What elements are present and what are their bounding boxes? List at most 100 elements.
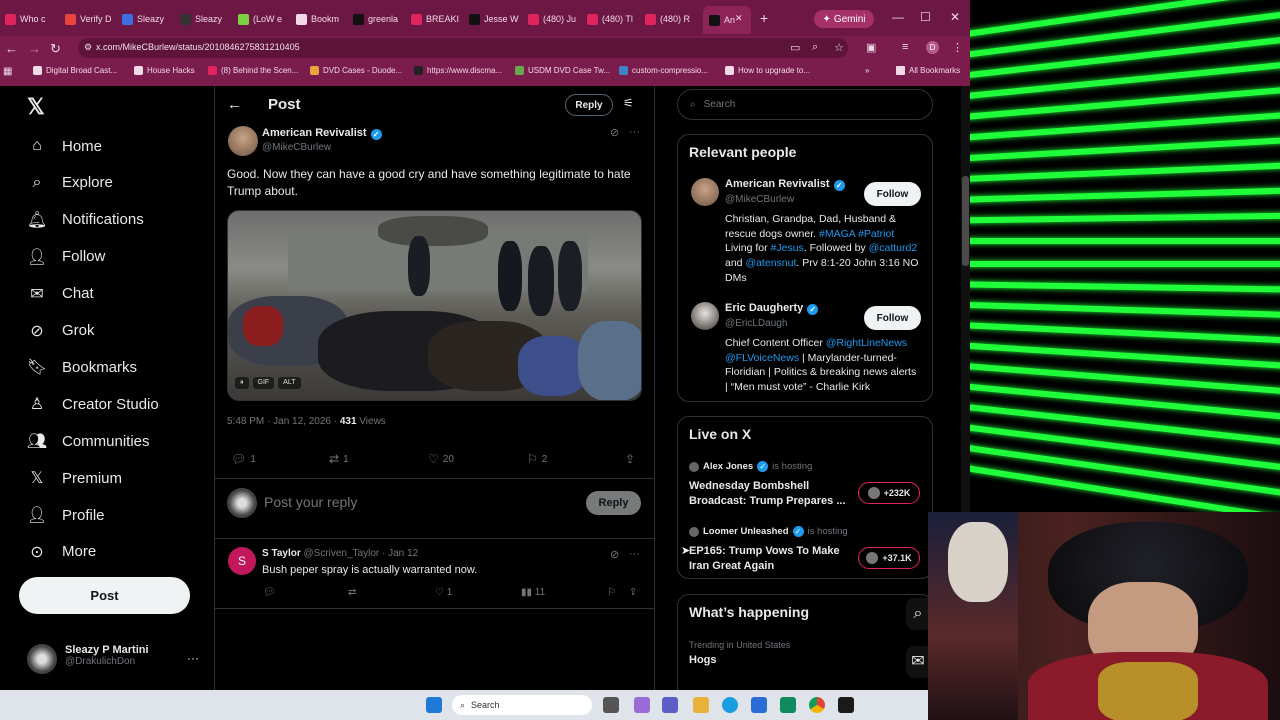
bookmark-item[interactable]: Digital Broad Cast... [33,66,117,75]
author-avatar[interactable] [228,126,258,156]
sidebar-item-premium[interactable]: 𝕏 Premium [26,463,122,493]
follow-button[interactable]: Follow [864,306,921,330]
bookmark-item[interactable]: House Hacks [134,66,195,75]
space-title[interactable]: Wednesday Bombshell Broadcast: Trump Pre… [689,479,849,508]
browser-tab[interactable]: BREAKI [411,8,467,30]
share-action[interactable]: ⇪ [625,452,635,466]
browser-tab[interactable]: (480) Tl [587,8,643,30]
space-title[interactable]: EP165: Trump Vows To Make Iran Great Aga… [689,544,849,573]
author-handle[interactable]: @MikeCBurlew [262,142,331,153]
maximize-button[interactable]: ☐ [920,10,931,24]
menu-kebab-icon[interactable]: ⋮ [952,41,963,54]
extensions-icon[interactable]: ≡ [902,41,908,53]
comment-views-action[interactable]: ▮▮ 11 [521,587,545,598]
store-icon[interactable] [751,697,767,713]
sidebar-item-grok[interactable]: ⊘ Grok [26,316,94,346]
windows-start-icon[interactable] [426,697,442,713]
post-button[interactable]: Post [19,577,190,614]
bookmark-item[interactable]: DVD Cases - Duode... [310,66,402,75]
account-switcher[interactable]: Sleazy P Martini @DrakulichDon [27,644,149,674]
reply-action[interactable]: 💬︎ 1 [231,452,256,466]
bookmark-item[interactable]: https://www.discma... [414,66,502,75]
bio-link[interactable]: @atensnut [745,257,796,269]
bio-link[interactable]: @catturd2 [869,242,918,254]
browser-tab[interactable]: Bookm [296,8,352,30]
sidebar-item-more[interactable]: ⊙ More [26,537,96,567]
post-media[interactable] [227,210,642,401]
apps-grid-icon[interactable]: ▦ [3,66,12,77]
sidebar-item-explore[interactable]: ⌕ Explore [26,168,113,198]
comment-handle-date[interactable]: @Scriven_Taylor · Jan 12 [304,548,419,559]
browser-tab[interactable]: An [703,6,751,34]
post-time[interactable]: 5:48 PM · Jan 12, 2026 · [227,416,340,427]
scrollbar-thumb[interactable] [962,176,969,266]
chrome-icon[interactable] [809,697,825,713]
star-icon[interactable]: ☆ [834,41,844,54]
browser-tab[interactable]: Who c [5,8,61,30]
sidebar-item-notifications[interactable]: 🔔︎ Notifications [26,205,144,235]
grok-icon[interactable]: ⊘ [610,126,619,139]
edge-icon[interactable] [722,697,738,713]
taskbar-search[interactable]: ⌕ Search [452,695,592,715]
bookmark-item[interactable]: How to upgrade to... [725,66,810,75]
back-arrow-icon[interactable]: ← [5,41,18,56]
bookmark-item[interactable]: custom-compressio... [619,66,708,75]
browser-tab[interactable]: Sleazy [122,8,178,30]
browser-tab[interactable]: (480) R [645,8,701,30]
sidepanel-icon[interactable]: ▣ [866,41,876,54]
task-view-icon[interactable] [603,697,619,713]
sidebar-item-profile[interactable]: 👤︎ Profile [26,500,105,530]
profile-avatar[interactable]: D [926,41,939,54]
copilot-icon[interactable] [634,697,650,713]
zoom-icon[interactable]: ⌕ [812,41,818,54]
bio-link[interactable]: #MAGA #Patriot [819,228,894,240]
cast-icon[interactable]: ▭ [790,41,800,54]
listener-count[interactable]: +232K [858,482,920,504]
all-bookmarks-folder[interactable]: All Bookmarks [896,66,960,75]
new-tab-button[interactable]: + [760,10,768,26]
listener-count[interactable]: +37.1K [858,547,920,569]
more-options-icon[interactable]: ··· [629,126,640,138]
pause-icon[interactable]: ⏸ [235,377,249,389]
account-more-icon[interactable]: ··· [187,651,199,665]
bio-link[interactable]: @FLVoiceNews [725,352,799,364]
browser-tab[interactable]: Jesse W [469,8,525,30]
bookmarks-overflow-icon[interactable]: » [865,66,869,75]
teams-icon[interactable] [662,697,678,713]
x-logo-icon[interactable]: 𝕏 [27,94,45,120]
reply-button[interactable]: Reply [565,94,613,116]
bookmark-item[interactable]: (8) Behind the Scen... [208,66,298,75]
comment-share-icon[interactable]: ⇪ [629,587,637,598]
app-icon[interactable] [838,697,854,713]
sidebar-item-bookmarks[interactable]: 🔖︎ Bookmarks [26,352,137,382]
sidebar-item-communities[interactable]: 👥︎ Communities [26,426,150,456]
bio-link[interactable]: #Jesus [771,242,804,254]
search-input[interactable]: ⌕ Search [677,89,933,120]
comment-avatar[interactable]: S [228,547,256,575]
bookmark-item[interactable]: USDM DVD Case Tw... [515,66,610,75]
minimize-button[interactable]: — [892,10,904,24]
back-arrow-icon[interactable]: ← [227,96,242,113]
comment-author[interactable]: S Taylor [262,548,301,559]
browser-tab[interactable]: Sleazy [180,8,236,30]
close-window-button[interactable]: ✕ [950,10,960,24]
sidebar-item-creator-studio[interactable]: ♙ Creator Studio [26,389,159,419]
browser-tab[interactable]: (LoW e [238,8,294,30]
settings-sliders-icon[interactable]: ⚟ [623,96,634,110]
close-tab-icon[interactable]: ✕ [735,13,743,24]
messages-float-icon[interactable]: ✉ [906,646,930,678]
address-bar[interactable]: x.com/MikeCBurlew/status/201084627583121… [78,38,848,58]
bio-link[interactable]: @RightLineNews [826,337,907,349]
repost-action[interactable]: ⇄ 1 [329,452,349,466]
browser-tab[interactable]: greenla [353,8,409,30]
site-info-icon[interactable]: ⚙ [84,42,92,53]
like-action[interactable]: ♡ 20 [428,452,454,466]
reply-input[interactable]: Post your reply [264,494,357,510]
comment-reply-icon[interactable]: 💬︎ [263,587,276,598]
sidebar-item-home[interactable]: ⌂ Home [26,131,102,161]
forward-arrow-icon[interactable]: → [28,41,41,56]
bookmark-action[interactable]: ⚐ 2 [527,452,547,466]
author-name[interactable]: American Revivalist ✓ [262,127,382,140]
sidebar-item-follow[interactable]: 👤︎ Follow [26,242,106,272]
app-icon[interactable] [780,697,796,713]
